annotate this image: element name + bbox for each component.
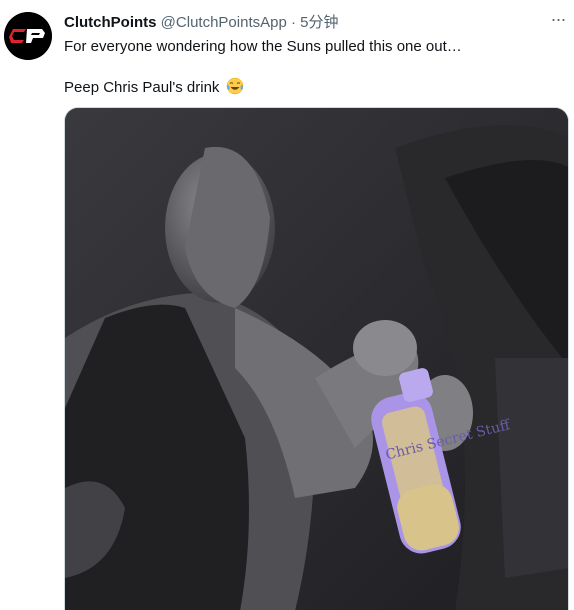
clutchpoints-logo-icon (4, 12, 52, 60)
media-image: Chris Secret Stuff (65, 108, 568, 610)
tweet-header: ClutchPoints @ClutchPointsApp · 5分钟 (64, 12, 544, 34)
separator: · (290, 14, 296, 31)
more-options-icon[interactable]: ··· (548, 10, 568, 30)
face-with-tears-of-joy-icon (226, 77, 243, 95)
tweet-text-line-1: For everyone wondering how the Suns pull… (64, 38, 462, 55)
avatar[interactable] (4, 12, 52, 60)
author-name[interactable]: ClutchPoints (64, 14, 157, 31)
author-handle[interactable]: @ClutchPointsApp (161, 14, 287, 31)
timestamp[interactable]: 5分钟 (300, 14, 338, 31)
tweet[interactable]: ClutchPoints @ClutchPointsApp · 5分钟 ··· … (0, 0, 574, 610)
tweet-text-line-2-content: Peep Chris Paul's drink (64, 79, 220, 96)
tweet-text-line-2: Peep Chris Paul's drink (64, 77, 244, 98)
tweet-media[interactable]: Chris Secret Stuff (64, 107, 569, 610)
